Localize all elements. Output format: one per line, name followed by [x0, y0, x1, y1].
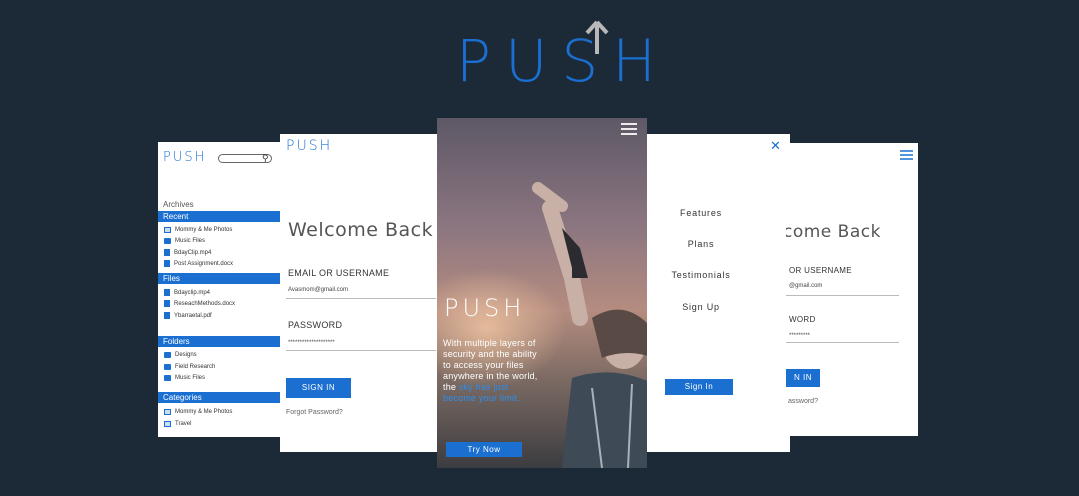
- search-icon[interactable]: ⚲: [262, 153, 269, 164]
- password-field[interactable]: *********: [789, 333, 810, 339]
- menu-item-plans[interactable]: Plans: [646, 239, 756, 249]
- email-field[interactable]: @gmail.com: [789, 283, 822, 289]
- close-icon[interactable]: ✕: [770, 138, 781, 154]
- list-item[interactable]: Ybarraetal.pdf: [164, 311, 212, 320]
- hero-photo: [532, 182, 647, 468]
- email-label: EMAIL OR USERNAME: [288, 268, 390, 278]
- password-label: PASSWORD: [288, 320, 343, 330]
- login-screen-partial: come Back OR USERNAME @gmail.com WORD **…: [786, 143, 918, 436]
- mini-logo: PUSH: [286, 138, 333, 154]
- folder-icon: [164, 363, 171, 370]
- nav-menu-screen: ✕ Features Plans Testimonials Sign Up Si…: [646, 134, 790, 452]
- main-logo: PUSH: [456, 20, 656, 96]
- logo-wordmark: PUSH: [456, 27, 670, 95]
- file-icon: [164, 300, 170, 307]
- sign-in-button[interactable]: N IN: [786, 369, 820, 387]
- image-file-icon: [164, 408, 171, 415]
- forgot-password-link[interactable]: assword?: [788, 398, 818, 405]
- password-underline: [286, 350, 436, 351]
- folder-icon: [164, 237, 171, 244]
- section-files[interactable]: Files: [158, 273, 284, 284]
- folder-icon: [164, 351, 171, 358]
- email-underline: [286, 298, 436, 299]
- section-recent[interactable]: Recent: [158, 211, 284, 222]
- hero-screen: PUSH With multiple layers of security an…: [437, 118, 647, 468]
- password-underline: [786, 342, 899, 343]
- list-item[interactable]: Bdayclip.mp4: [164, 288, 210, 297]
- image-file-icon: [164, 420, 171, 427]
- hero-logo: PUSH: [444, 294, 526, 322]
- section-archives: Archives: [163, 200, 194, 209]
- mini-logo: PUSH: [163, 150, 207, 165]
- page-title: come Back: [786, 222, 881, 242]
- file-icon: [164, 289, 170, 296]
- file-icon: [164, 249, 170, 256]
- list-item[interactable]: Music Files: [164, 236, 205, 245]
- page-title: Welcome Back: [288, 219, 434, 241]
- up-arrow-icon: [585, 20, 609, 54]
- sign-in-button[interactable]: SIGN IN: [286, 378, 351, 398]
- list-item[interactable]: BdayClip.mp4: [164, 248, 211, 257]
- password-field[interactable]: ********************: [288, 340, 335, 346]
- hero-tagline: With multiple layers of security and the…: [443, 338, 538, 403]
- list-item[interactable]: ReseachMethods.docx: [164, 299, 235, 308]
- list-item[interactable]: Music Files: [164, 373, 205, 382]
- list-item[interactable]: Post Assignment.docx: [164, 259, 233, 268]
- image-file-icon: [164, 226, 171, 233]
- login-screen: PUSH Welcome Back EMAIL OR USERNAME Avas…: [280, 134, 442, 452]
- file-icon: [164, 312, 170, 319]
- email-field[interactable]: Avasmom@gmail.com: [288, 287, 348, 293]
- password-label: WORD: [789, 315, 816, 324]
- list-item[interactable]: Field Research: [164, 362, 215, 371]
- list-item[interactable]: Mommy & Me Photos: [164, 407, 232, 416]
- folder-icon: [164, 374, 171, 381]
- menu-item-sign-up[interactable]: Sign Up: [646, 302, 756, 312]
- list-item[interactable]: Designs: [164, 350, 197, 359]
- list-item[interactable]: Travel: [164, 419, 191, 428]
- hamburger-menu-icon[interactable]: [621, 123, 637, 135]
- sign-in-button[interactable]: Sign In: [665, 379, 733, 395]
- hamburger-menu-icon[interactable]: [900, 150, 913, 160]
- email-label: OR USERNAME: [789, 266, 852, 275]
- menu-item-testimonials[interactable]: Testimonials: [646, 270, 756, 280]
- menu-item-features[interactable]: Features: [646, 208, 756, 218]
- try-now-button[interactable]: Try Now: [446, 442, 522, 457]
- forgot-password-link[interactable]: Forgot Password?: [286, 409, 343, 416]
- list-item[interactable]: Mommy & Me Photos: [164, 225, 232, 234]
- file-icon: [164, 260, 170, 267]
- section-categories[interactable]: Categories: [158, 392, 284, 403]
- section-folders[interactable]: Folders: [158, 336, 284, 347]
- file-browser-screen: PUSH ⚲ Archives Recent Mommy & Me Photos…: [158, 142, 284, 437]
- email-underline: [786, 295, 899, 296]
